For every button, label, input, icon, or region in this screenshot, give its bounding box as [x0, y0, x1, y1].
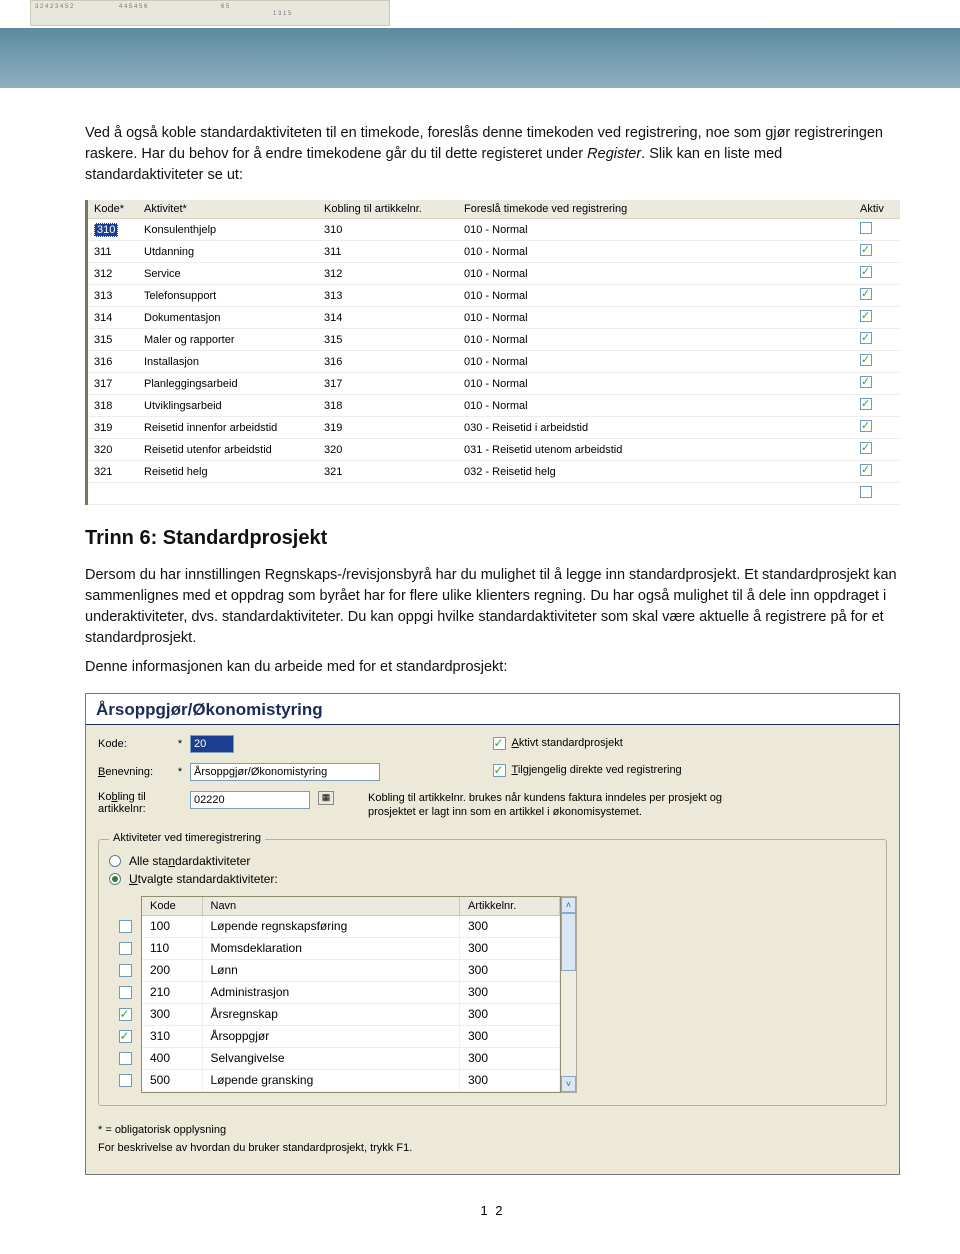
row-select-checkbox[interactable] [119, 1030, 132, 1043]
standard-activities-table-wrap: Kode* Aktivitet* Kobling til artikkelnr.… [85, 200, 900, 505]
radio-alle-label: Alle standardaktiviteter [129, 854, 250, 868]
paragraph-1: Ved å også koble standardaktiviteten til… [85, 123, 900, 186]
section-heading: Trinn 6: Standardprosjekt [85, 527, 900, 550]
aktiviteter-grid: Kode Navn Artikkelnr. 100Løpende regnska… [141, 896, 561, 1093]
aktiv-checkbox[interactable] [860, 486, 872, 498]
grid-col-artikkelnr[interactable]: Artikkelnr. [460, 897, 560, 916]
standardprosjekt-dialog: Årsoppgjør/Økonomistyring Kode: * 20 Ben… [85, 693, 900, 1175]
kobling-label: Kobling til artikkelnr: [98, 791, 170, 815]
row-select-checkbox[interactable] [119, 986, 132, 999]
table-row[interactable]: 313Telefonsupport313010 - Normal [88, 285, 900, 307]
dialog-footer-notes: * = obligatorisk opplysning For beskrive… [98, 1124, 887, 1154]
aktiv-checkbox[interactable] [860, 332, 872, 344]
grid-row-checkboxes [109, 896, 141, 1093]
table-row[interactable]: 321Reisetid helg321032 - Reisetid helg [88, 461, 900, 483]
table-row[interactable]: 314Dokumentasjon314010 - Normal [88, 307, 900, 329]
kobling-artikkel-input[interactable]: 02220 [190, 791, 310, 809]
table-row[interactable]: 310Årsoppgjør300 [142, 1025, 560, 1047]
grid-col-kode[interactable]: Kode [142, 897, 202, 916]
browse-icon: ▦ [322, 792, 331, 803]
aktiv-checkbox[interactable] [860, 354, 872, 366]
benevning-input[interactable]: Årsoppgjør/Økonomistyring [190, 763, 380, 781]
table-row[interactable]: 400Selvangivelse300 [142, 1047, 560, 1069]
row-select-checkbox[interactable] [119, 1074, 132, 1087]
radio-alle-standardaktiviteter[interactable] [109, 855, 121, 867]
aktiv-checkbox[interactable] [860, 288, 872, 300]
page-number: 1 2 [85, 1203, 900, 1218]
table-row[interactable]: 315Maler og rapporter315010 - Normal [88, 329, 900, 351]
table-row[interactable]: 310Konsulenthjelp310010 - Normal [88, 219, 900, 241]
scroll-up-button[interactable]: ˄ [561, 897, 576, 913]
scrollbar-thumb[interactable] [561, 913, 576, 972]
aktiv-standardprosjekt-checkbox[interactable] [493, 737, 506, 750]
aktiv-checkbox[interactable] [860, 266, 872, 278]
row-select-checkbox[interactable] [119, 1008, 132, 1021]
grid-scrollbar[interactable]: ˄ ˅ [561, 896, 577, 1093]
radio-utvalgte-label: Utvalgte standardaktiviteter: [129, 872, 278, 886]
kobling-help-text: Kobling til artikkelnr. brukes når kunde… [368, 791, 768, 820]
tilgjengelig-label: Tilgjengelig direkte ved registrering [512, 764, 682, 776]
grid-col-navn[interactable]: Navn [202, 897, 460, 916]
table-row[interactable]: 318Utviklingsarbeid318010 - Normal [88, 395, 900, 417]
row-select-checkbox[interactable] [119, 920, 132, 933]
aktiviteter-groupbox: Aktiviteter ved timeregistrering Alle st… [98, 839, 887, 1106]
chevron-down-icon: ˅ [566, 1079, 571, 1089]
standard-activities-table: Kode* Aktivitet* Kobling til artikkelnr.… [88, 200, 900, 505]
table-row[interactable]: 110Momsdeklaration300 [142, 937, 560, 959]
benevning-label: Benevning: [98, 766, 170, 778]
aktiv-standardprosjekt-label: Aktivt standardprosjekt [512, 737, 623, 749]
kode-label: Kode: [98, 738, 170, 750]
chevron-up-icon: ˄ [566, 900, 571, 910]
aktiv-checkbox[interactable] [860, 376, 872, 388]
tilgjengelig-checkbox[interactable] [493, 764, 506, 777]
table-header-row: Kode* Aktivitet* Kobling til artikkelnr.… [88, 200, 900, 219]
table-row[interactable]: 210Administrasjon300 [142, 981, 560, 1003]
decorative-image-slice: 3 2 4 2 3 4 5 2 4 4 5 4 5 6 6 5 1 3 1 5 [30, 0, 390, 26]
radio-utvalgte-standardaktiviteter[interactable] [109, 873, 121, 885]
table-row[interactable]: 317Planleggingsarbeid317010 - Normal [88, 373, 900, 395]
table-row[interactable]: 320Reisetid utenfor arbeidstid320031 - R… [88, 439, 900, 461]
table-row[interactable]: 200Lønn300 [142, 959, 560, 981]
table-row[interactable]: 319Reisetid innenfor arbeidstid319030 - … [88, 417, 900, 439]
table-row[interactable]: 312Service312010 - Normal [88, 263, 900, 285]
aktiv-checkbox[interactable] [860, 398, 872, 410]
table-row[interactable]: 311Utdanning311010 - Normal [88, 241, 900, 263]
row-select-checkbox[interactable] [119, 942, 132, 955]
table-row[interactable]: 500Løpende gransking300 [142, 1069, 560, 1091]
groupbox-title: Aktiviteter ved timeregistrering [109, 832, 265, 844]
table-row[interactable] [88, 483, 900, 505]
paragraph-3: Denne informasjonen kan du arbeide med f… [85, 657, 900, 678]
aktiv-checkbox[interactable] [860, 244, 872, 256]
header-band [0, 28, 960, 88]
table-row[interactable]: 316Installasjon316010 - Normal [88, 351, 900, 373]
row-select-checkbox[interactable] [119, 1052, 132, 1065]
aktiv-checkbox[interactable] [860, 464, 872, 476]
row-select-checkbox[interactable] [119, 964, 132, 977]
paragraph-2: Dersom du har innstillingen Regnskaps-/r… [85, 565, 900, 649]
dialog-title: Årsoppgjør/Økonomistyring [86, 694, 899, 725]
aktiv-checkbox[interactable] [860, 310, 872, 322]
scroll-down-button[interactable]: ˅ [561, 1076, 576, 1092]
table-row[interactable]: 300Årsregnskap300 [142, 1003, 560, 1025]
aktiv-checkbox[interactable] [860, 222, 872, 234]
table-row[interactable]: 100Løpende regnskapsføring300 [142, 915, 560, 937]
artikkel-picker-button[interactable]: ▦ [318, 791, 334, 805]
aktiv-checkbox[interactable] [860, 420, 872, 432]
kode-input[interactable]: 20 [190, 735, 234, 753]
aktiv-checkbox[interactable] [860, 442, 872, 454]
